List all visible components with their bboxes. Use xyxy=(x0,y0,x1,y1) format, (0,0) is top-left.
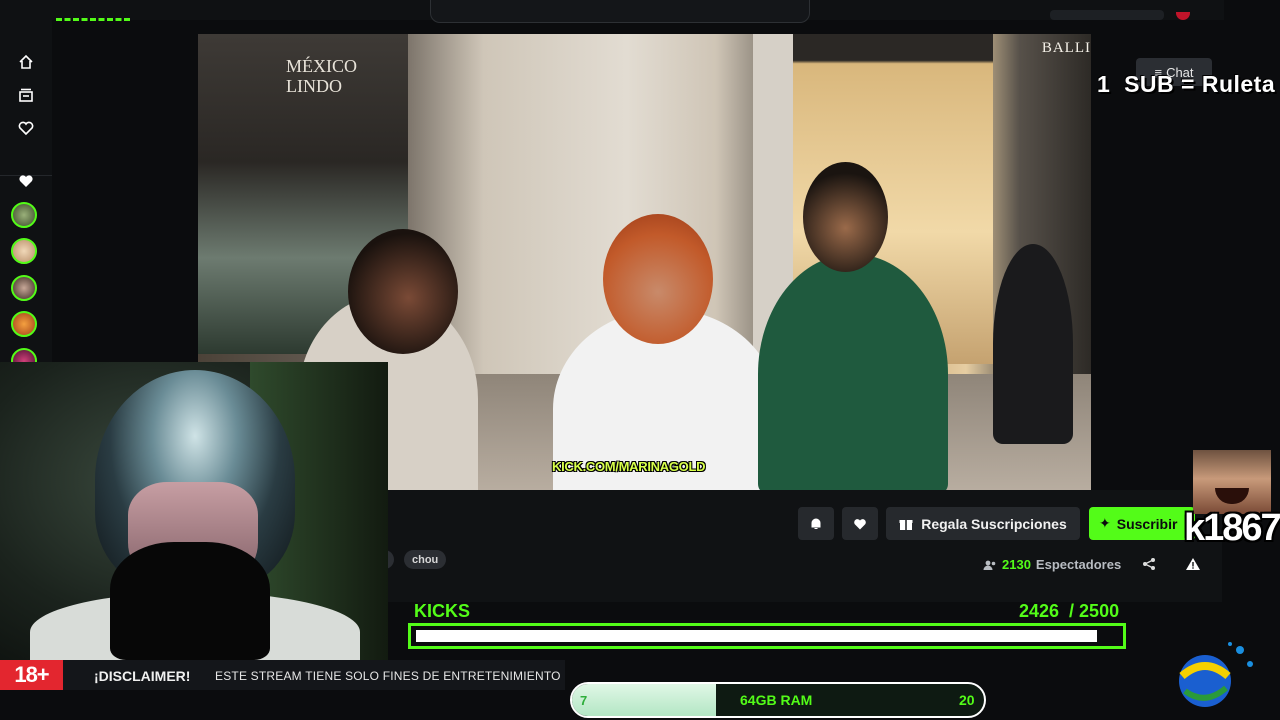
viewer-label: Espectadores xyxy=(1035,557,1122,572)
person-right xyxy=(758,254,948,490)
sparkle-icon: ✦ xyxy=(1099,515,1111,531)
top-account-button[interactable] xyxy=(1050,10,1164,20)
followed-channel-avatar[interactable] xyxy=(11,202,37,228)
meme-face-overlay xyxy=(1193,450,1271,514)
notifications-button[interactable] xyxy=(798,507,834,540)
report-icon[interactable] xyxy=(1185,557,1201,571)
person-background xyxy=(993,244,1073,444)
store-sign: MÉXICO LINDO xyxy=(286,56,357,96)
ram-goal-label: 64GB RAM xyxy=(740,692,813,708)
kick-number-overlay: k1867 xyxy=(1184,507,1280,549)
kicks-goal-bar xyxy=(408,623,1126,649)
streamer-mask xyxy=(110,542,270,660)
subscribe-button[interactable]: ✦ Suscribir xyxy=(1089,507,1195,540)
subscribe-label: Suscribir xyxy=(1116,515,1178,532)
video-watermark: KICK.COM/MARINAGOLD xyxy=(552,459,706,474)
brazuca-ball-icon xyxy=(1179,642,1253,707)
sub-ruleta-overlay: 1 SUB = Ruleta xyxy=(1097,71,1276,97)
gift-icon xyxy=(899,519,913,530)
disclaimer-title: ¡DISCLAIMER! xyxy=(94,668,191,684)
viewer-number: 2130 xyxy=(1002,557,1031,572)
browse-icon[interactable] xyxy=(14,83,38,107)
person-left-head xyxy=(348,229,458,354)
ram-goal-current: 7 xyxy=(580,693,588,708)
brand-sign: BALLI xyxy=(1041,40,1091,56)
stream-tag[interactable]: chou xyxy=(404,550,447,569)
following-icon[interactable] xyxy=(14,116,38,140)
ram-goal-fill xyxy=(572,684,716,716)
heart-icon xyxy=(854,518,866,529)
age-badge: 18+ xyxy=(0,660,63,690)
person-right-head xyxy=(803,162,888,272)
viewer-count: 2130 Espectadores xyxy=(983,557,1121,572)
disclaimer-text: ESTE STREAM TIENE SOLO FINES DE ENTRETEN… xyxy=(215,669,561,683)
share-icon[interactable] xyxy=(1142,557,1156,571)
follow-button[interactable] xyxy=(842,507,878,540)
followed-channel-avatar[interactable] xyxy=(11,311,37,337)
streamer-webcam xyxy=(0,362,388,660)
gift-subs-label: Regala Suscripciones xyxy=(921,515,1067,532)
kicks-goal-label: KICKS xyxy=(414,601,471,621)
kicks-goal-fill xyxy=(416,630,1097,642)
home-icon[interactable] xyxy=(14,50,38,74)
kicks-goal-count: 2426 / 2500 xyxy=(1019,601,1120,621)
bell-icon xyxy=(811,518,821,529)
person-center-head xyxy=(603,214,713,344)
heart-icon xyxy=(14,169,38,193)
search-bar[interactable] xyxy=(430,0,810,23)
ram-goal-target: 20 xyxy=(959,692,975,708)
followed-channel-avatar[interactable] xyxy=(11,238,37,264)
kick-logo[interactable] xyxy=(56,10,130,21)
viewers-icon xyxy=(983,560,996,570)
gift-subs-button[interactable]: Regala Suscripciones xyxy=(886,507,1080,540)
followed-channel-avatar[interactable] xyxy=(11,275,37,301)
